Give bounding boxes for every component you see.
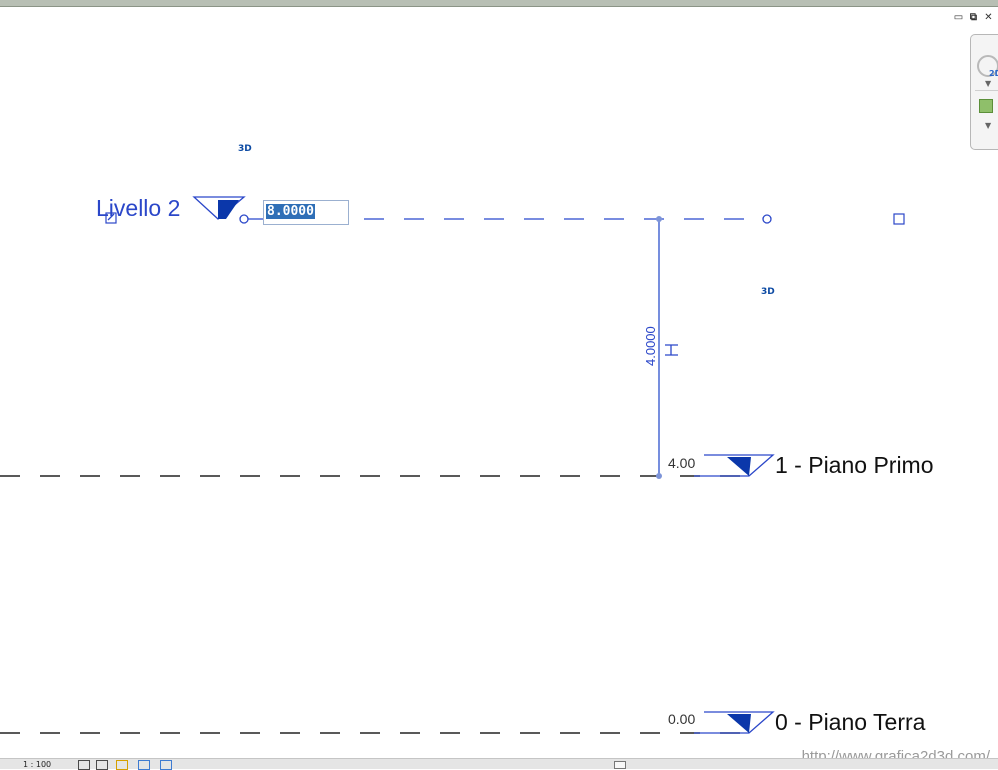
piano-terra-level-head-fill (727, 714, 751, 733)
livello-2-level-head-fill (218, 200, 239, 219)
sun-path-icon[interactable] (116, 760, 128, 770)
three-d-indicator-livello-2[interactable]: 3D (238, 144, 252, 154)
level-name-piano-terra[interactable]: 0 - Piano Terra (775, 711, 925, 734)
piano-primo-level-head-fill (727, 457, 751, 476)
three-d-indicator-right[interactable]: 3D (761, 287, 775, 297)
detail-level-icon[interactable] (78, 760, 90, 770)
crop-view-icon[interactable] (160, 760, 172, 770)
selected-elevation-value[interactable]: 8.0000 (266, 204, 315, 219)
livello-2-left-end-grip[interactable] (239, 214, 249, 224)
shadows-icon[interactable] (138, 760, 150, 770)
view-control-bar: 1 : 100 (0, 758, 998, 770)
visual-style-icon[interactable] (96, 760, 108, 770)
piano-terra-elevation[interactable]: 0.00 (668, 712, 695, 726)
dimension-grip-top[interactable] (656, 216, 662, 222)
level-drawing-canvas[interactable] (0, 0, 998, 768)
level-elevation-input[interactable]: 8.0000 (263, 200, 349, 225)
temporary-dimension-value[interactable]: 4.0000 (643, 326, 658, 366)
dimension-flip-icon[interactable] (665, 344, 678, 356)
livello-2-right-end-grip[interactable] (762, 214, 772, 224)
hide-bubble-box[interactable] (893, 213, 905, 225)
level-name-piano-primo[interactable]: 1 - Piano Primo (775, 454, 934, 477)
piano-primo-elevation[interactable]: 4.00 (668, 456, 695, 470)
level-name-livello-2[interactable]: Livello 2 (96, 197, 180, 220)
dimension-grip-bottom[interactable] (656, 473, 662, 479)
